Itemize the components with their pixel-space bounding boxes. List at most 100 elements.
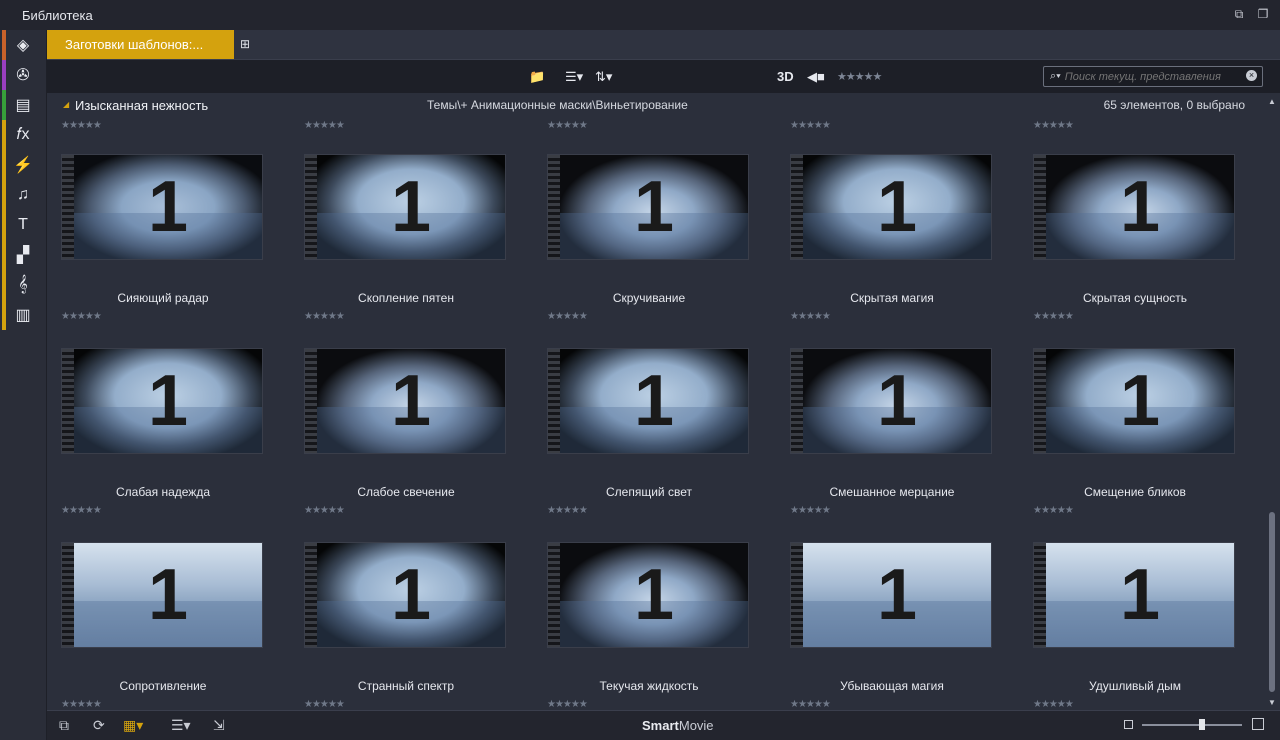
sort-icon[interactable]: ⇅▾: [595, 68, 612, 86]
smartmovie-button[interactable]: SmartMovie: [642, 718, 714, 733]
collapse-caret-icon[interactable]: ◢: [63, 100, 69, 109]
template-tile[interactable]: 1 Удушливый дым ★★★★★: [1019, 504, 1262, 710]
template-tile[interactable]: 1 Скрытая сущность ★★★★★: [1019, 116, 1262, 322]
tile-name: Сопротивление: [119, 679, 207, 693]
thumbnail-size-slider[interactable]: [1142, 719, 1242, 730]
sidebar-item-1[interactable]: ✇: [0, 60, 46, 90]
thumbnail[interactable]: 1: [1033, 542, 1235, 648]
restore-icon[interactable]: ❐: [1256, 7, 1270, 21]
grid-scrollbar[interactable]: ▲ ▼: [1265, 94, 1280, 710]
import-icon[interactable]: ⇲: [213, 717, 225, 734]
scroll-up-icon[interactable]: ▲: [1268, 97, 1276, 106]
search-icon[interactable]: ⌕▾: [1050, 70, 1061, 83]
film-strip-icon: [548, 349, 560, 453]
sidebar-item-5[interactable]: ♫: [0, 180, 46, 210]
film-strip-icon: [791, 543, 803, 647]
template-tile[interactable]: 1 Слепящий свет ★★★★★: [533, 310, 776, 516]
vignette-preview: 1: [803, 543, 991, 647]
film-strip-icon: [62, 543, 74, 647]
sync-icon[interactable]: ⟳: [93, 717, 105, 734]
copy-icon[interactable]: ⧉: [59, 717, 69, 734]
template-tile[interactable]: 1 Смешанное мерцание ★★★★★: [776, 310, 1019, 516]
vignette-preview: 1: [1046, 543, 1234, 647]
sidebar-item-4[interactable]: ⚡: [0, 150, 46, 180]
preview-number: 1: [633, 555, 675, 635]
template-tile[interactable]: 1 Скручивание ★★★★★: [533, 116, 776, 322]
add-tab-icon[interactable]: ⊞: [240, 37, 256, 51]
3d-filter-button[interactable]: 3D: [777, 68, 794, 86]
sidebar-item-2[interactable]: ▤: [0, 90, 46, 120]
film-strip-icon: [1034, 155, 1046, 259]
thumbnail[interactable]: 1: [790, 348, 992, 454]
tile-rating[interactable]: ★★★★★: [790, 699, 831, 710]
thumbnail[interactable]: 1: [61, 542, 263, 648]
slider-knob[interactable]: [1199, 719, 1205, 730]
preview-number: 1: [147, 167, 189, 247]
details-view-icon[interactable]: ☰▾: [171, 717, 191, 734]
template-tile[interactable]: 1 Слабая надежда ★★★★★: [47, 310, 290, 516]
sidebar-item-6[interactable]: T: [0, 210, 46, 240]
templates-icon: ▞: [16, 247, 30, 264]
vignette-preview: 1: [317, 349, 505, 453]
zoom-out-icon[interactable]: [1124, 720, 1133, 729]
template-tile[interactable]: 1 Текучая жидкость ★★★★★: [533, 504, 776, 710]
film-strip-icon: [548, 155, 560, 259]
template-tile[interactable]: 1 Сопротивление ★★★★★: [47, 504, 290, 710]
sidebar-item-8[interactable]: 𝄞: [0, 270, 46, 300]
vignette-preview: 1: [560, 349, 748, 453]
sidebar-item-0[interactable]: ◈: [0, 30, 46, 60]
thumbnail[interactable]: 1: [1033, 348, 1235, 454]
tab-templates[interactable]: Заготовки шаблонов:...: [47, 30, 234, 59]
template-tile[interactable]: 1 Смещение бликов ★★★★★: [1019, 310, 1262, 516]
library-sidebar: ◈ ✇ ▤ 𝑓x ⚡ ♫ T ▞ 𝄞 ▥: [0, 30, 47, 740]
search-box[interactable]: ⌕▾ ×: [1043, 66, 1263, 87]
thumbnail[interactable]: 1: [304, 542, 506, 648]
tile-rating[interactable]: ★★★★★: [1033, 699, 1074, 710]
sidebar-item-9[interactable]: ▥: [0, 300, 46, 330]
template-tile[interactable]: 1 Убывающая магия ★★★★★: [776, 504, 1019, 710]
photos-icon: ▤: [15, 97, 31, 114]
tile-rating[interactable]: ★★★★★: [547, 699, 588, 710]
grid-view-icon[interactable]: ▦▾: [123, 717, 143, 734]
tile-rating[interactable]: ★★★★★: [61, 699, 102, 710]
template-tile[interactable]: 1 Странный спектр ★★★★★: [290, 504, 533, 710]
tag-icon[interactable]: ◀■: [807, 68, 825, 86]
thumbnail[interactable]: 1: [790, 542, 992, 648]
sidebar-color-strip: [2, 150, 6, 180]
thumbnail[interactable]: 1: [304, 348, 506, 454]
tile-name: Слабое свечение: [357, 485, 455, 499]
music-note-icon: ♫: [17, 186, 29, 203]
thumbnail[interactable]: 1: [547, 542, 749, 648]
clear-search-icon[interactable]: ×: [1246, 70, 1257, 81]
tile-name: Скрытая сущность: [1082, 291, 1187, 305]
thumbnail[interactable]: 1: [547, 154, 749, 260]
scrollbar-thumb[interactable]: [1269, 512, 1275, 692]
vignette-preview: 1: [74, 349, 262, 453]
tile-rating[interactable]: ★★★★★: [304, 699, 345, 710]
thumbnail[interactable]: 1: [1033, 154, 1235, 260]
zoom-in-icon[interactable]: [1252, 718, 1264, 730]
vignette-preview: 1: [74, 155, 262, 259]
thumbnail[interactable]: 1: [61, 348, 263, 454]
template-tile[interactable]: 1 Скопление пятен ★★★★★: [290, 116, 533, 322]
search-input[interactable]: [1064, 70, 1235, 83]
scroll-down-icon[interactable]: ▼: [1268, 698, 1276, 707]
thumbnail[interactable]: 1: [304, 154, 506, 260]
preview-number: 1: [147, 555, 189, 635]
template-tile[interactable]: 1 Сияющий радар ★★★★★: [47, 116, 290, 322]
list-view-icon[interactable]: ☰▾: [565, 68, 583, 86]
sidebar-item-7[interactable]: ▞: [0, 240, 46, 270]
thumbnail[interactable]: 1: [547, 348, 749, 454]
thumbnail[interactable]: 1: [61, 154, 263, 260]
undock-icon[interactable]: ⧉: [1232, 7, 1246, 21]
rating-filter[interactable]: ★★★★★: [837, 68, 882, 86]
thumbnail[interactable]: 1: [790, 154, 992, 260]
template-tile[interactable]: 1 Скрытая магия ★★★★★: [776, 116, 1019, 322]
sidebar-color-strip: [2, 60, 6, 90]
template-tile[interactable]: 1 Слабое свечение ★★★★★: [290, 310, 533, 516]
sidebar-item-3[interactable]: 𝑓x: [0, 120, 46, 150]
folder-icon[interactable]: 📁: [529, 68, 545, 86]
film-strip-icon: [791, 349, 803, 453]
preview-number: 1: [876, 555, 918, 635]
group-title[interactable]: Изысканная нежность: [75, 98, 208, 113]
